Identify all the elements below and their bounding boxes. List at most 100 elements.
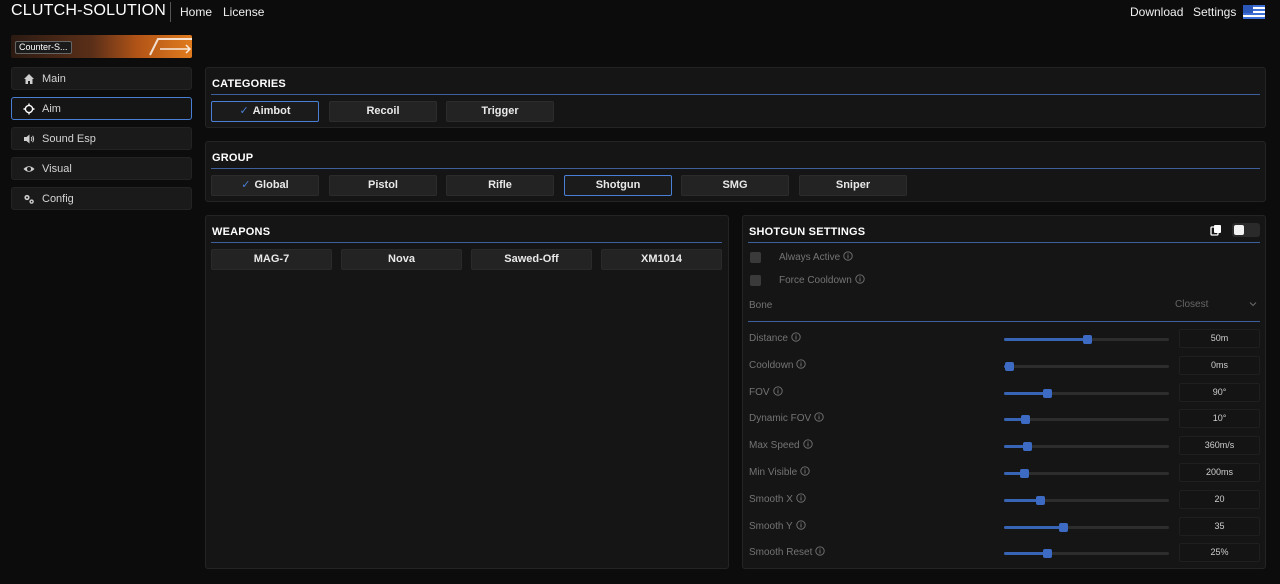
check-icon: ✓ [241,179,251,191]
tab-trigger[interactable]: Trigger [446,101,554,122]
slider-label: Dynamic FOV [749,412,824,424]
game-selector-banner[interactable]: Counter-S... [11,35,192,58]
slider-row-dynamic-fov: Dynamic FOV 10° [743,409,1262,429]
info-icon[interactable] [843,251,853,261]
info-icon[interactable] [796,493,806,503]
slider-thumb[interactable] [1043,549,1052,559]
smooth-y-slider[interactable] [1004,522,1169,532]
fov-value-field[interactable]: 90° [1179,382,1260,402]
toggle-knob [1234,225,1244,235]
force-cooldown-checkbox[interactable] [750,275,761,286]
tab-shotgun[interactable]: Shotgun [564,175,672,196]
bone-select[interactable]: Closest [1169,296,1261,312]
sidebar-item-config[interactable]: Config [11,187,192,210]
us-flag-icon[interactable] [1243,5,1265,19]
tab-sniper[interactable]: Sniper [799,175,907,196]
tab-label: Aimbot [252,105,291,117]
eye-icon [23,166,35,172]
info-icon[interactable] [796,359,807,369]
slider-thumb[interactable] [1059,522,1068,532]
weapons-title: WEAPONS [212,226,271,238]
categories-divider [211,94,1260,95]
slider-thumb[interactable] [1043,388,1052,398]
dynamic-fov-slider[interactable] [1004,415,1169,425]
tab-global[interactable]: ✓ Global [211,175,319,196]
sidebar-item-label: Sound Esp [42,133,96,145]
distance-slider[interactable] [1004,335,1169,344]
weapon-button-sawed-off[interactable]: Sawed-Off [471,249,592,270]
sidebar-item-aim[interactable]: Aim [11,97,192,120]
info-icon[interactable] [796,519,806,530]
info-icon[interactable] [772,385,783,396]
slider-thumb[interactable] [1005,361,1014,371]
nav-download-link[interactable]: Download [1130,5,1183,19]
info-icon[interactable] [802,439,813,449]
slider-row-smooth-x: Smooth X 20 [743,489,1262,510]
sidebar-item-sound-esp[interactable]: Sound Esp [11,127,192,150]
info-icon[interactable] [815,546,826,557]
weapon-button-nova[interactable]: Nova [341,249,462,270]
always-active-checkbox[interactable] [750,252,761,263]
sidebar-item-main[interactable]: Main [11,67,192,90]
weapons-divider [211,242,722,243]
max-speed-slider[interactable] [1004,442,1169,452]
group-title: GROUP [212,152,254,164]
info-icon[interactable] [791,332,801,342]
min-visible-value-field[interactable]: 200ms [1179,463,1260,482]
fov-slider[interactable] [1004,388,1169,398]
slider-fill [1004,525,1063,529]
smooth-reset-slider[interactable] [1004,549,1169,559]
slider-label: Distance [749,332,801,344]
slider-label: FOV [749,385,783,398]
tab-pistol[interactable]: Pistol [329,175,437,196]
tab-label: Global [254,179,289,191]
settings-divider [748,242,1260,243]
smooth-x-value-field[interactable]: 20 [1179,489,1260,509]
tab-aimbot[interactable]: ✓ Aimbot [211,101,319,122]
weapon-button-xm1014[interactable]: XM1014 [601,249,722,270]
gears-icon [24,194,34,204]
tab-label: Pistol [368,179,398,191]
weapon-settings-panel: SHOTGUN SETTINGS Always Active Force Coo… [742,215,1266,569]
game-logo-icon [149,38,192,56]
slider-row-smooth-y: Smooth Y 35 [743,516,1262,537]
smooth-reset-value-field[interactable]: 25% [1179,543,1260,563]
top-navbar: CLUTCH-SOLUTION Home License Download Se… [0,0,1280,24]
slider-thumb[interactable] [1021,415,1030,425]
slider-thumb[interactable] [1020,469,1029,478]
cooldown-slider[interactable] [1004,361,1169,371]
nav-home-link[interactable]: Home [180,5,212,19]
info-icon[interactable] [800,466,810,476]
max-speed-value-field[interactable]: 360m/s [1179,436,1260,456]
always-active-label: Always Active [779,251,853,263]
copy-icon[interactable] [1210,224,1222,236]
cooldown-value-field[interactable]: 0ms [1179,355,1260,375]
distance-value-field[interactable]: 50m [1179,329,1260,348]
weapon-button-mag7[interactable]: MAG-7 [211,249,332,270]
smooth-x-slider[interactable] [1004,495,1169,505]
tab-smg[interactable]: SMG [681,175,789,196]
tab-recoil[interactable]: Recoil [329,101,437,122]
smooth-y-value-field[interactable]: 35 [1179,516,1260,536]
slider-thumb[interactable] [1083,335,1092,344]
nav-settings-link[interactable]: Settings [1193,5,1236,19]
slider-thumb[interactable] [1036,495,1045,505]
min-visible-slider[interactable] [1004,469,1169,478]
bone-select-value: Closest [1175,299,1209,310]
tab-rifle[interactable]: Rifle [446,175,554,196]
slider-label: Smooth X [749,493,806,505]
sidebar-item-label: Config [42,193,74,205]
dynamic-fov-value-field[interactable]: 10° [1179,409,1260,429]
slider-label: Cooldown [749,359,807,371]
settings-enable-toggle[interactable] [1232,223,1260,237]
slider-row-fov: FOV 90° [743,382,1262,403]
slider-fill [1004,338,1087,341]
bone-label: Bone [749,300,773,311]
slider-thumb[interactable] [1023,442,1032,452]
sidebar-item-visual[interactable]: Visual [11,157,192,180]
nav-license-link[interactable]: License [223,5,264,19]
tab-label: SMG [722,179,748,191]
info-icon[interactable] [814,412,824,423]
info-icon[interactable] [855,274,865,284]
slider-fill [1004,552,1047,556]
